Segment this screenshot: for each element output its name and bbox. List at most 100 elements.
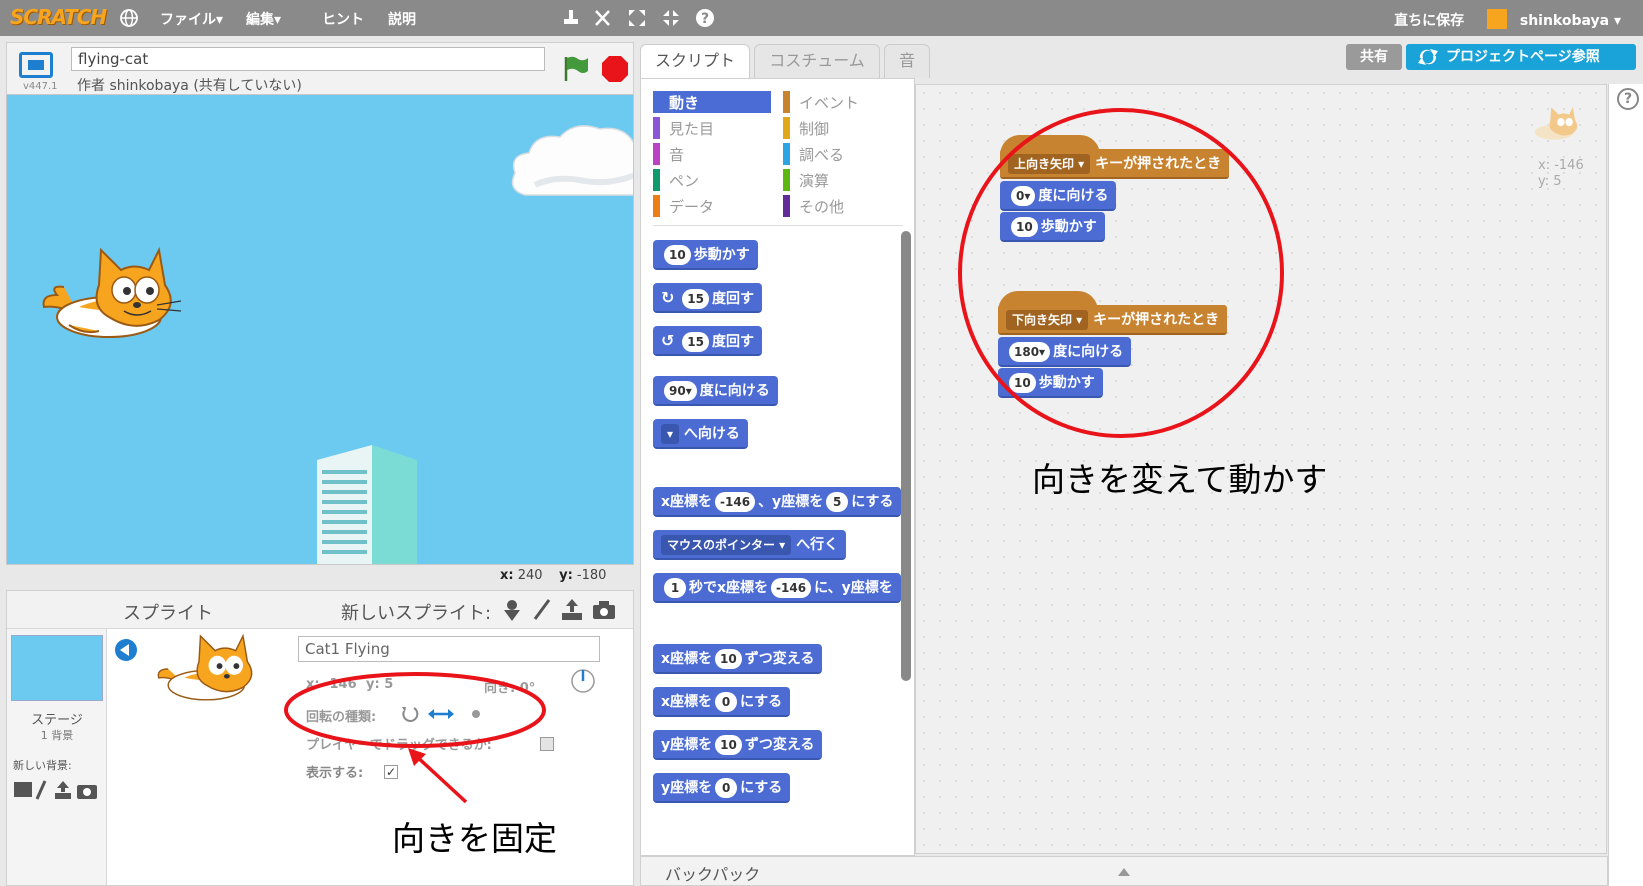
sprite-info-back-button[interactable]	[115, 639, 137, 661]
block-input[interactable]: 10	[664, 245, 691, 265]
username-menu[interactable]: shinkobaya ▾	[1520, 13, 1621, 29]
block-input[interactable]: 90▾	[664, 381, 697, 401]
tab-scripts[interactable]: スクリプト	[640, 44, 750, 78]
stop-sign-icon[interactable]	[601, 55, 629, 83]
grow-icon[interactable]	[626, 7, 648, 29]
menu-about[interactable]: 説明	[388, 9, 416, 29]
block-input[interactable]: -146	[771, 578, 812, 598]
block-dropdown[interactable]: マウスのポインター ▾	[661, 535, 792, 555]
backdrop-library-icon	[14, 782, 32, 797]
block-label: にする	[740, 694, 783, 710]
globe-icon[interactable]	[118, 7, 140, 29]
choose-sprite-library-icon[interactable]	[499, 597, 525, 623]
block-input[interactable]: 15	[682, 289, 709, 309]
shrink-icon[interactable]	[660, 7, 682, 29]
block-input[interactable]: 15	[682, 332, 709, 352]
project-title-input[interactable]	[71, 47, 545, 71]
right-help-strip: ?	[1608, 84, 1643, 886]
script-area[interactable]: 上向き矢印 ▾ キーが押されたとき 0▾ 度に向ける 10 歩動かす 下向き矢印 ▾…	[915, 84, 1607, 854]
help-icon[interactable]: ?	[1617, 88, 1639, 110]
block-goto-xy[interactable]: x座標を -146 、y座標を 5 にする	[653, 487, 902, 517]
category-events-color	[783, 91, 790, 113]
menu-file[interactable]: ファイル▾	[160, 9, 223, 29]
tab-sounds[interactable]: 音	[884, 44, 930, 78]
backpack-bar[interactable]: バックパック	[640, 856, 1608, 886]
backpack-expand-icon[interactable]	[1117, 867, 1131, 877]
menu-tips[interactable]: ヒント	[322, 9, 364, 29]
building-sprite	[317, 445, 417, 564]
scratch-logo[interactable]: SCRATCH	[10, 5, 107, 29]
block-label: 、y座標を	[758, 494, 824, 510]
block-set-y[interactable]: y座標を 0 にする	[653, 773, 791, 803]
block-input[interactable]: 5	[826, 492, 849, 512]
author-label: 作者 shinkobaya (共有していない)	[77, 78, 302, 94]
block-change-x[interactable]: x座標を 10 ずつ変える	[653, 644, 823, 674]
user-avatar-icon[interactable]	[1486, 9, 1507, 29]
category-sensing[interactable]: 調べる	[799, 144, 844, 165]
tab-costumes[interactable]: コスチューム	[754, 44, 880, 78]
block-input[interactable]: -146	[715, 492, 756, 512]
category-motion-color	[653, 91, 660, 113]
stage-thumbnail[interactable]	[11, 635, 103, 701]
paint-brush-icon[interactable]	[529, 597, 555, 623]
annotation-change-direction: 向きを変えて動かす	[1032, 460, 1328, 499]
stage-canvas[interactable]	[6, 94, 634, 565]
block-turn-right[interactable]: ↻ 15 度回す	[653, 283, 762, 313]
share-button[interactable]: 共有	[1346, 44, 1402, 70]
category-control[interactable]: 制御	[799, 118, 829, 139]
block-label: にする	[740, 780, 783, 796]
category-events[interactable]: イベント	[799, 92, 859, 113]
block-goto[interactable]: マウスのポインター ▾ へ行く	[653, 530, 847, 560]
corner-x: x: -146	[1538, 158, 1584, 173]
block-input[interactable]: 10	[715, 649, 742, 669]
duplicate-stamp-icon[interactable]	[560, 7, 582, 29]
block-move-steps[interactable]: 10 歩動かす	[653, 240, 758, 270]
sprite-thumbnail-cat[interactable]	[155, 629, 265, 709]
category-sound[interactable]: 音	[669, 144, 684, 165]
category-motion[interactable]: 動き	[669, 92, 699, 113]
cat-flying-sprite[interactable]	[39, 245, 189, 345]
category-more[interactable]: その他	[799, 196, 844, 217]
block-input[interactable]: 0	[715, 692, 738, 712]
category-data[interactable]: データ	[669, 196, 714, 217]
block-glide[interactable]: 1 秒でx座標を -146 に、y座標を	[653, 573, 901, 603]
category-pen[interactable]: ペン	[669, 170, 699, 191]
block-label: 度回す	[711, 334, 754, 350]
category-looks[interactable]: 見た目	[669, 118, 714, 139]
block-change-y[interactable]: y座標を 10 ずつ変える	[653, 730, 823, 760]
block-input[interactable]: 0	[715, 778, 738, 798]
backpack-label: バックパック	[665, 865, 761, 884]
cut-scissors-icon[interactable]	[592, 7, 614, 29]
menu-edit[interactable]: 編集▾	[246, 9, 281, 29]
category-sensing-color	[783, 143, 790, 165]
upload-sprite-icon[interactable]	[559, 597, 585, 623]
block-set-x[interactable]: x座標を 0 にする	[653, 687, 791, 717]
camera-icon[interactable]	[591, 597, 617, 623]
project-page-arrows-icon	[1418, 49, 1438, 65]
stage-selector[interactable]: ステージ 1 背景 新しい背景:	[7, 629, 107, 885]
block-palette: 動き 見た目 音 ペン データ イベント 制御 調べる 演算 その他 10 歩動か…	[640, 78, 915, 856]
direction-dial-icon[interactable]	[570, 668, 596, 694]
block-point-in-direction[interactable]: 90▾ 度に向ける	[653, 376, 778, 406]
fullscreen-toggle-icon[interactable]	[19, 52, 53, 78]
block-label: y座標を	[661, 737, 713, 753]
block-input[interactable]: 10	[715, 735, 742, 755]
see-project-page-button[interactable]: プロジェクトページ参照	[1406, 44, 1636, 70]
rotate-clockwise-icon: ↻	[661, 288, 675, 307]
rotate-counterclockwise-icon: ↺	[661, 331, 675, 350]
backdrop-count: 1 背景	[40, 729, 74, 742]
block-turn-left[interactable]: ↺ 15 度回す	[653, 326, 762, 356]
green-flag-icon[interactable]	[561, 53, 591, 83]
version-label: v447.1	[23, 81, 58, 92]
new-sprite-label: 新しいスプライト:	[341, 603, 492, 624]
sprite-name-input[interactable]	[298, 636, 600, 662]
help-question-icon[interactable]: ?	[694, 7, 716, 29]
category-operators[interactable]: 演算	[799, 170, 829, 191]
save-now-link[interactable]: 直ちに保存	[1394, 13, 1464, 29]
new-backdrop-icons[interactable]	[13, 779, 99, 801]
block-input[interactable]: 1	[664, 578, 686, 598]
block-dropdown[interactable]: ▾	[661, 424, 680, 444]
sprites-label: スプライト	[123, 603, 213, 624]
palette-scrollbar[interactable]	[901, 231, 911, 681]
block-point-towards[interactable]: ▾ へ向ける	[653, 419, 748, 449]
